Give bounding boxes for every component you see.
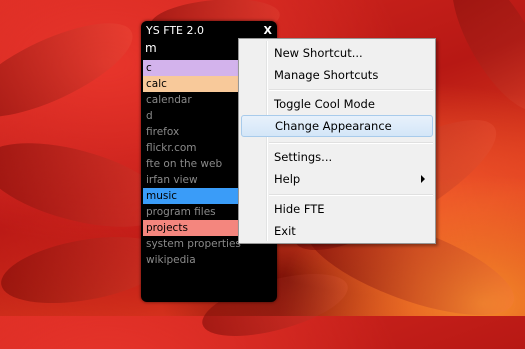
menu-item-exit[interactable]: Exit <box>241 220 433 242</box>
menu-item-change-appearance[interactable]: Change Appearance <box>241 115 433 137</box>
menu-item-new-shortcut[interactable]: New Shortcut... <box>241 42 433 64</box>
menu-item-help-label: Help <box>274 172 301 186</box>
menu-separator <box>269 194 433 196</box>
menu-item-toggle-cool-mode[interactable]: Toggle Cool Mode <box>241 93 433 115</box>
shortcut-item[interactable]: wikipedia <box>143 252 275 268</box>
menu-item-help[interactable]: Help <box>241 168 433 190</box>
submenu-arrow-icon <box>421 175 425 183</box>
menu-item-settings[interactable]: Settings... <box>241 146 433 168</box>
menu-separator <box>269 142 433 144</box>
window-title: YS FTE 2.0 <box>146 24 204 37</box>
context-menu: New Shortcut... Manage Shortcuts Toggle … <box>238 38 436 244</box>
menu-item-hide-fte[interactable]: Hide FTE <box>241 198 433 220</box>
close-button[interactable]: X <box>264 24 272 38</box>
menu-item-manage-shortcuts[interactable]: Manage Shortcuts <box>241 64 433 86</box>
menu-separator <box>269 89 433 91</box>
